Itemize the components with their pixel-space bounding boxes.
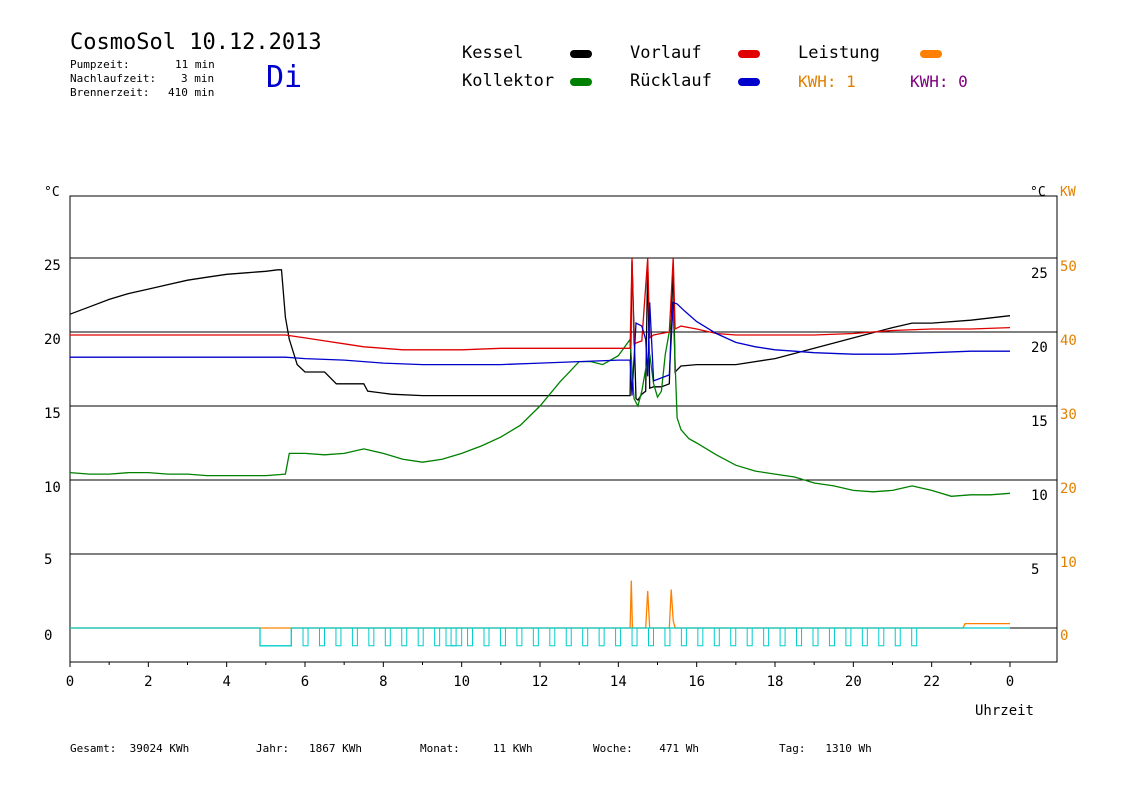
pump-pulse bbox=[631, 627, 638, 647]
pump-pulse bbox=[351, 627, 358, 647]
pump-pulse bbox=[713, 627, 720, 647]
series-line-pumpe bbox=[70, 627, 1010, 647]
pump-pulse bbox=[516, 627, 523, 647]
y-tick-left: 15 bbox=[44, 406, 61, 422]
footer-monat: Monat: 11 KWh bbox=[420, 742, 533, 755]
y-tick-right: 5 bbox=[1031, 562, 1039, 578]
pump-pulse bbox=[582, 627, 589, 647]
y-tick-left: 10 bbox=[44, 480, 61, 496]
y-axis-unit-kw: KW bbox=[1060, 185, 1076, 200]
series-line-rcklauf bbox=[70, 301, 1010, 396]
x-axis-label: Uhrzeit bbox=[975, 703, 1034, 719]
y-tick-right: 20 bbox=[1031, 340, 1048, 356]
x-tick-label: 4 bbox=[222, 674, 230, 690]
footer-tag: Tag: 1310 Wh bbox=[779, 742, 872, 755]
x-tick-label: 18 bbox=[767, 674, 784, 690]
pump-pulse bbox=[532, 627, 539, 647]
pump-pulse bbox=[697, 627, 704, 647]
series-line-kessel bbox=[69, 260, 1011, 402]
y-tick-kw: 50 bbox=[1060, 259, 1077, 275]
pump-pulse bbox=[894, 627, 901, 647]
pump-pulse bbox=[445, 627, 463, 647]
x-tick-label: 10 bbox=[453, 674, 470, 690]
y-tick-left: 5 bbox=[44, 552, 52, 568]
y-tick-right: 15 bbox=[1031, 414, 1048, 430]
y-tick-kw: 10 bbox=[1060, 555, 1077, 571]
x-tick-label: 2 bbox=[144, 674, 152, 690]
x-tick-label: 14 bbox=[610, 674, 627, 690]
pump-pulse bbox=[467, 627, 474, 647]
pump-pulse bbox=[401, 627, 408, 647]
temperature-chart: °C °C KW2520151050252015105504030201000 2 4 6… bbox=[44, 185, 1077, 719]
series-line-vorlauf bbox=[70, 257, 1011, 351]
pump-pulse bbox=[878, 627, 885, 647]
pump-pulse bbox=[680, 627, 687, 647]
pump-pulse bbox=[861, 627, 868, 647]
y-tick-left: 20 bbox=[44, 332, 61, 348]
footer-woche: Woche: 471 Wh bbox=[593, 742, 699, 755]
y-tick-kw: 40 bbox=[1060, 333, 1077, 349]
pump-pulse bbox=[549, 627, 556, 647]
pump-pulse bbox=[647, 627, 654, 647]
y-tick-left: 25 bbox=[44, 258, 61, 274]
x-tick-label: 12 bbox=[532, 674, 549, 690]
pump-pulse bbox=[302, 627, 309, 647]
pump-pulse bbox=[368, 627, 375, 647]
series-line-kollektor bbox=[69, 309, 1011, 497]
pump-pulse bbox=[499, 627, 506, 647]
pump-pulse bbox=[417, 627, 424, 647]
pump-pulse bbox=[384, 627, 391, 647]
y-axis-unit-right: °C bbox=[1030, 185, 1046, 200]
x-tick-label: 20 bbox=[845, 674, 862, 690]
y-tick-kw: 20 bbox=[1060, 481, 1077, 497]
pump-pulse bbox=[779, 627, 786, 647]
pump-pulse bbox=[598, 627, 605, 647]
x-tick-label: 16 bbox=[688, 674, 705, 690]
pump-pulse bbox=[318, 627, 325, 647]
y-tick-kw: 0 bbox=[1060, 628, 1068, 644]
plot-frame bbox=[69, 195, 1058, 663]
footer-gesamt: Gesamt: 39024 KWh bbox=[70, 742, 190, 755]
x-tick-label: 22 bbox=[923, 674, 940, 690]
x-tick-label: 6 bbox=[301, 674, 309, 690]
x-tick-label: 0 bbox=[1006, 674, 1014, 690]
pump-pulse bbox=[763, 627, 770, 647]
x-tick-label: 0 bbox=[66, 674, 74, 690]
pump-pulse bbox=[615, 627, 622, 647]
series-line-leistung bbox=[70, 580, 1010, 629]
pump-pulse bbox=[828, 627, 835, 647]
pump-pulse bbox=[483, 627, 490, 647]
pump-pulse bbox=[565, 627, 572, 647]
y-tick-left: 0 bbox=[44, 628, 52, 644]
footer-jahr: Jahr: 1867 KWh bbox=[256, 742, 362, 755]
pump-pulse bbox=[911, 627, 918, 647]
y-tick-right: 25 bbox=[1031, 266, 1048, 282]
y-tick-right: 10 bbox=[1031, 488, 1048, 504]
pump-pulse bbox=[845, 627, 852, 647]
pump-pulse bbox=[434, 627, 441, 647]
pump-pulse bbox=[335, 627, 342, 647]
y-tick-kw: 30 bbox=[1060, 407, 1077, 423]
pump-pulse bbox=[796, 627, 803, 647]
pump-pulse bbox=[746, 627, 753, 647]
pump-pulse bbox=[450, 627, 457, 647]
pump-pulse bbox=[812, 627, 819, 647]
pump-pulse bbox=[730, 627, 737, 647]
x-tick-label: 8 bbox=[379, 674, 387, 690]
y-axis-unit-left: °C bbox=[44, 185, 60, 200]
pump-pulse bbox=[664, 627, 671, 647]
